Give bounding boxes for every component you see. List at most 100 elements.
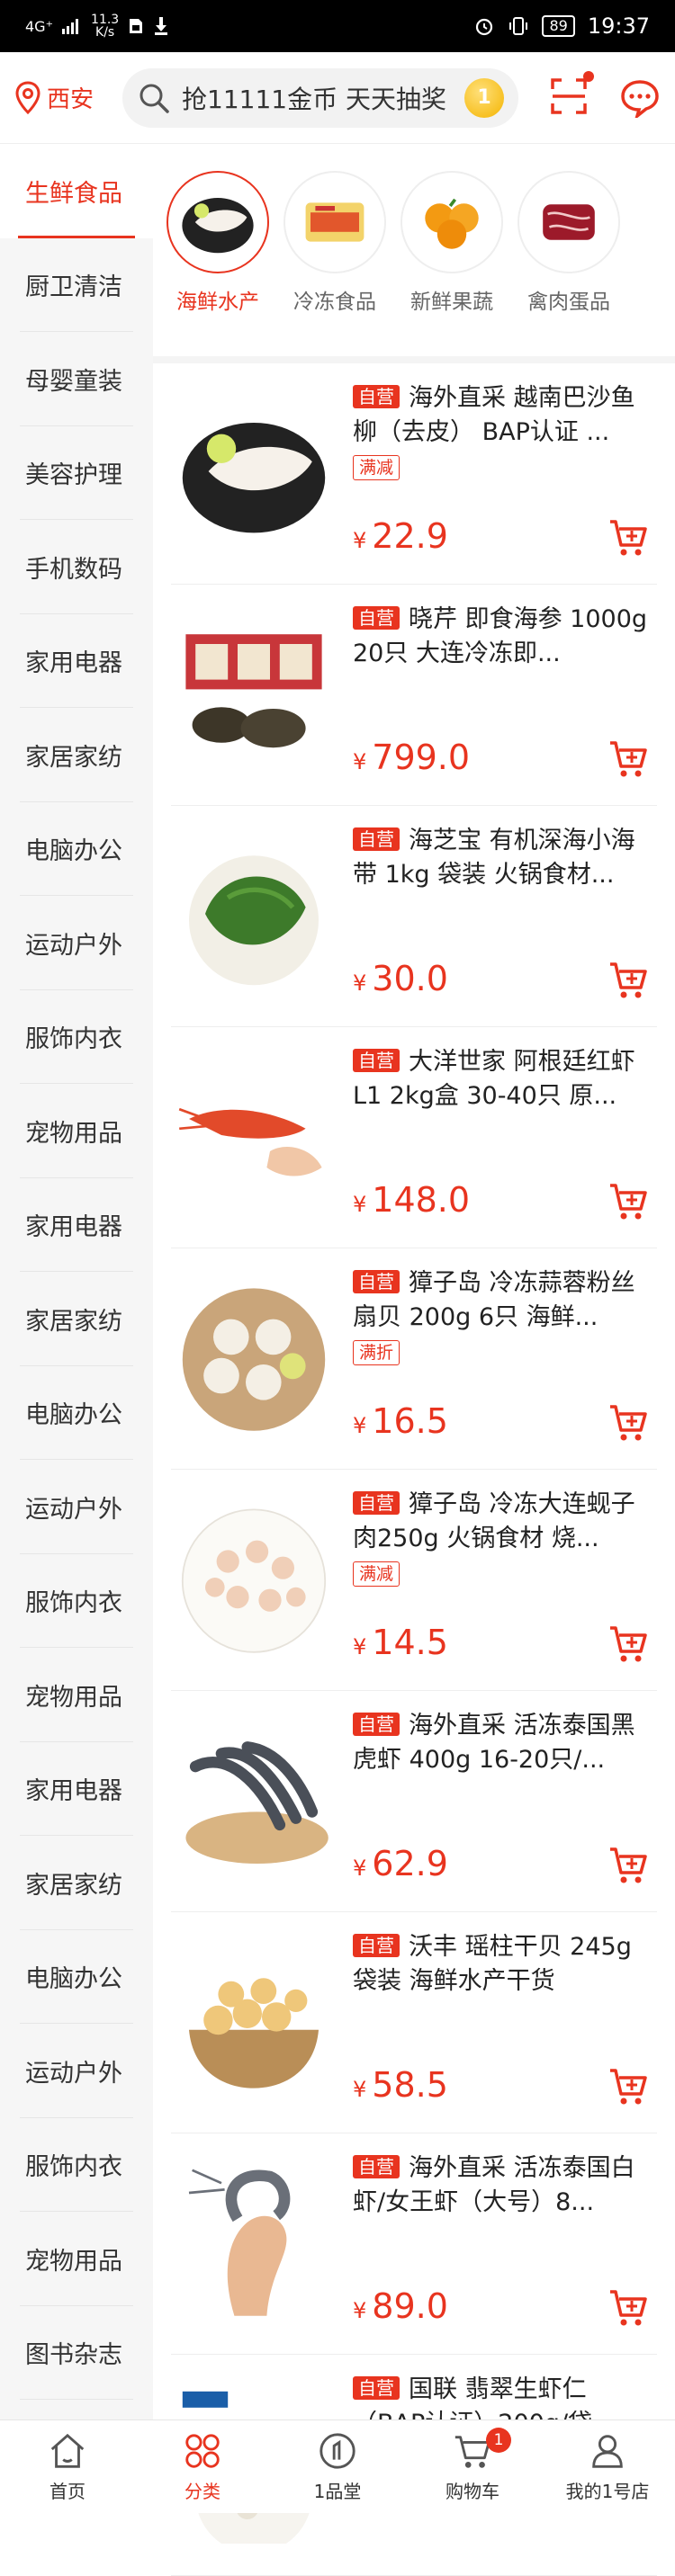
- search-bar[interactable]: 抢11111金币 天天抽奖 1: [122, 67, 518, 128]
- dried-scallop-icon[interactable]: [171, 1930, 337, 2110]
- nav-item[interactable]: 分类: [135, 2420, 270, 2513]
- product-card[interactable]: 自营 海芝宝 有机深海小海带 1kg 袋装 火锅食材... ¥30.0: [153, 806, 675, 1027]
- subcategory-item[interactable]: 海鲜水产: [164, 171, 272, 351]
- nav-label: 1品堂: [313, 2481, 362, 2502]
- currency-symbol: ¥: [353, 749, 367, 774]
- download-icon: [155, 17, 168, 35]
- product-title-block[interactable]: 自营 海芝宝 有机深海小海带 1kg 袋装 火锅食材...: [353, 824, 653, 892]
- kelp-icon[interactable]: [171, 824, 337, 1004]
- sidebar-item[interactable]: 宠物用品: [0, 1084, 153, 1178]
- gold-coin-icon[interactable]: 1: [464, 77, 504, 118]
- sidebar-item-label: 宠物用品: [25, 1119, 122, 1148]
- sidebar-item[interactable]: 电脑办公: [0, 1366, 153, 1461]
- subcategory-item[interactable]: 冷冻食品: [281, 171, 389, 351]
- sidebar-item[interactable]: 宠物用品: [0, 2212, 153, 2306]
- product-title-block[interactable]: 自营 獐子岛 冷冻蒜蓉粉丝扇贝 200g 6只 海鲜...: [353, 1266, 653, 1335]
- add-to-cart-icon[interactable]: [607, 516, 650, 563]
- product-card[interactable]: 自营 海外直采 活冻泰国白虾/女王虾（大号）8... ¥89.0: [153, 2133, 675, 2355]
- product-title-block[interactable]: 自营 晓芹 即食海参 1000g 20只 大连冷冻即...: [353, 603, 653, 671]
- red-shrimp-icon[interactable]: [171, 1045, 337, 1225]
- sidebar-item[interactable]: 家用电器: [0, 614, 153, 709]
- scan-button[interactable]: [549, 70, 594, 120]
- add-to-cart-icon[interactable]: [607, 1401, 650, 1448]
- price-value: 62.9: [372, 1844, 448, 1883]
- sidebar-item[interactable]: 服饰内衣: [0, 1554, 153, 1649]
- price-value: 89.0: [372, 2286, 448, 2326]
- subcategory-item[interactable]: 禽肉蛋品: [515, 171, 623, 351]
- category-sidebar: 生鲜食品 厨卫清洁 母婴童装 美容护理 手机数码 家用电器 家居家纺 电脑办公 运动户外 服饰内衣…: [0, 144, 153, 2419]
- sidebar-item[interactable]: 家居家纺: [0, 1836, 153, 1930]
- category-icon: [182, 2430, 223, 2475]
- add-to-cart-icon[interactable]: [607, 738, 650, 784]
- sidebar-item[interactable]: 母婴童装: [0, 332, 153, 426]
- sidebar-item[interactable]: 服饰内衣: [0, 990, 153, 1085]
- currency-symbol: ¥: [353, 2077, 367, 2102]
- location-selector[interactable]: 西安: [14, 80, 122, 115]
- add-to-cart-icon[interactable]: [607, 2286, 650, 2333]
- fish-fillet-icon[interactable]: [171, 381, 337, 561]
- product-title-block[interactable]: 自营 沃丰 瑶柱干贝 245g 袋装 海鲜水产干货: [353, 1930, 653, 1999]
- sidebar-item[interactable]: 图书杂志: [0, 2306, 153, 2401]
- sidebar-item[interactable]: 美容护理: [0, 426, 153, 521]
- sidebar-item[interactable]: 家用电器: [0, 1742, 153, 1837]
- sidebar-item[interactable]: 厨卫清洁: [0, 238, 153, 333]
- product-card[interactable]: 自营 沃丰 瑶柱干贝 245g 袋装 海鲜水产干货 ¥58.5: [153, 1912, 675, 2133]
- sidebar-item[interactable]: 电脑办公: [0, 1930, 153, 2025]
- clam-meat-icon[interactable]: [171, 1488, 337, 1668]
- product-card[interactable]: 自营 海外直采 活冻泰国黑虎虾 400g 16-20只/... ¥62.9: [153, 1691, 675, 1912]
- nav-item[interactable]: 我的1号店: [540, 2420, 675, 2513]
- sidebar-item-label: 美容护理: [25, 461, 122, 490]
- sea-cucumber-icon[interactable]: [171, 603, 337, 783]
- sidebar-item[interactable]: 家居家纺: [0, 1272, 153, 1366]
- sidebar-item-label: 家居家纺: [25, 743, 122, 772]
- product-card[interactable]: 自营 獐子岛 冷冻蒜蓉粉丝扇贝 200g 6只 海鲜... 满折 ¥16.5: [153, 1248, 675, 1470]
- tiger-prawn-icon[interactable]: [171, 1709, 337, 1889]
- product-card[interactable]: 自营 獐子岛 冷冻大连蚬子肉250g 火锅食材 烧... 满减 ¥14.5: [153, 1470, 675, 1691]
- sidebar-item[interactable]: 运动户外: [0, 2024, 153, 2118]
- sidebar-item[interactable]: 运动户外: [0, 896, 153, 990]
- currency-symbol: ¥: [353, 1856, 367, 1881]
- price-value: 14.5: [372, 1623, 448, 1662]
- add-to-cart-icon[interactable]: [607, 2065, 650, 2112]
- nav-item[interactable]: 购物车 1: [405, 2420, 540, 2513]
- product-title-block[interactable]: 自营 海外直采 活冻泰国黑虎虾 400g 16-20只/...: [353, 1709, 653, 1777]
- white-shrimp-icon[interactable]: [171, 2151, 337, 2331]
- promo-badge: 满折: [353, 1340, 400, 1365]
- subcategory-item[interactable]: 新鲜果蔬: [398, 171, 506, 351]
- sidebar-item[interactable]: 服饰内衣: [0, 2118, 153, 2213]
- add-to-cart-icon[interactable]: [607, 959, 650, 1006]
- product-list: 自营 海外直采 越南巴沙鱼柳（去皮） BAP认证 ... 满减 ¥22.9 自营 晓芹 即…: [153, 363, 675, 2576]
- sim-icon: [130, 19, 143, 33]
- self-operated-badge: 自营: [353, 2155, 400, 2178]
- sidebar-item[interactable]: 手机数码: [0, 520, 153, 614]
- sidebar-item[interactable]: 生鲜食品: [0, 144, 153, 238]
- product-card[interactable]: 自营 海外直采 越南巴沙鱼柳（去皮） BAP认证 ... 满减 ¥22.9: [153, 363, 675, 585]
- bottom-navigation: 首页 分类 1品堂 购物车 1 我的1号店: [0, 2419, 675, 2513]
- product-card[interactable]: 自营 大洋世家 阿根廷红虾L1 2kg盒 30-40只 原... ¥148.0: [153, 1027, 675, 1248]
- sidebar-item[interactable]: 运动户外: [0, 1460, 153, 1554]
- product-title-block[interactable]: 自营 大洋世家 阿根廷红虾L1 2kg盒 30-40只 原...: [353, 1045, 653, 1114]
- sidebar-item[interactable]: 家居家纺: [0, 708, 153, 802]
- product-title-block[interactable]: 自营 獐子岛 冷冻大连蚬子肉250g 火锅食材 烧...: [353, 1488, 653, 1556]
- product-price: ¥16.5: [353, 1401, 448, 1441]
- currency-symbol: ¥: [353, 1192, 367, 1217]
- sidebar-item[interactable]: 电脑办公: [0, 802, 153, 897]
- product-title-block[interactable]: 自营 海外直采 越南巴沙鱼柳（去皮） BAP认证 ...: [353, 381, 653, 450]
- add-to-cart-icon[interactable]: [607, 1623, 650, 1669]
- sidebar-item[interactable]: 其他用品: [0, 2400, 153, 2419]
- product-card[interactable]: 自营 晓芹 即食海参 1000g 20只 大连冷冻即... ¥799.0: [153, 585, 675, 806]
- message-icon[interactable]: [619, 78, 661, 118]
- product-price: ¥799.0: [353, 738, 470, 777]
- add-to-cart-icon[interactable]: [607, 1180, 650, 1227]
- sidebar-item[interactable]: 家用电器: [0, 1178, 153, 1273]
- sidebar-item[interactable]: 宠物用品: [0, 1648, 153, 1742]
- nav-item[interactable]: 首页: [0, 2420, 135, 2513]
- product-title-block[interactable]: 自营 海外直采 活冻泰国白虾/女王虾（大号）8...: [353, 2151, 653, 2220]
- nav-item[interactable]: 1品堂: [270, 2420, 405, 2513]
- nav-label: 分类: [184, 2481, 220, 2502]
- add-to-cart-icon[interactable]: [607, 1844, 650, 1891]
- scallop-icon[interactable]: [171, 1266, 337, 1446]
- sidebar-item-label: 电脑办公: [25, 1965, 122, 1994]
- product-price: ¥30.0: [353, 959, 448, 998]
- price-value: 22.9: [372, 516, 448, 556]
